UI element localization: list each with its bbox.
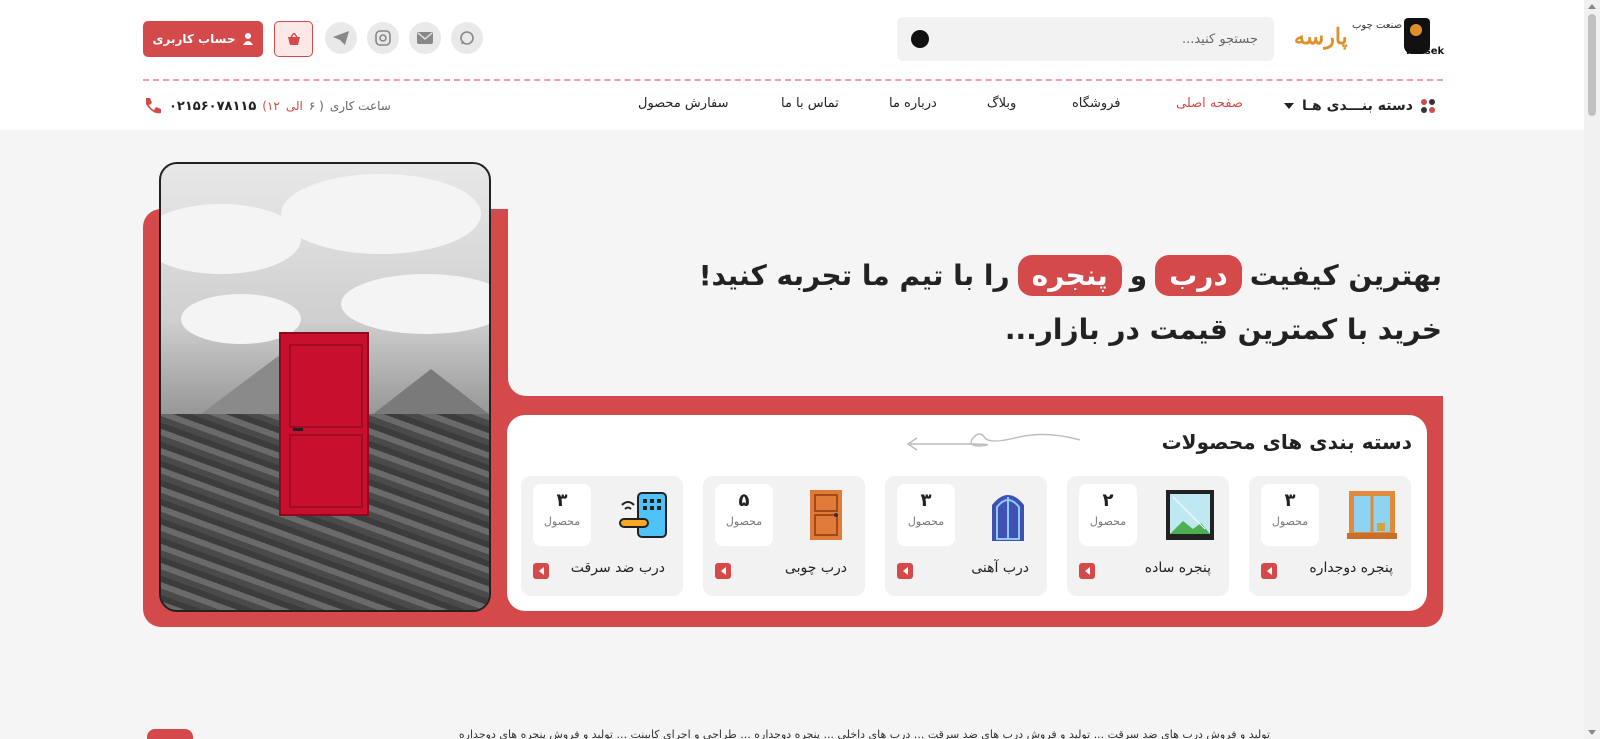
categories-title: دسته بندی های محصولات: [1161, 430, 1412, 454]
category-unit: محصول: [1271, 515, 1309, 528]
account-button-label: حساب کاربری: [152, 32, 236, 46]
category-name: درب ضد سرقت: [570, 560, 665, 576]
basket-icon: [287, 33, 300, 45]
nav-home[interactable]: صفحه اصلی: [1176, 96, 1243, 116]
whatsapp-icon[interactable]: [451, 22, 483, 54]
iron-door-icon: [981, 484, 1035, 546]
logo-text-en: Parsek: [1406, 46, 1445, 57]
instagram-icon[interactable]: [367, 22, 399, 54]
search-input[interactable]: [954, 17, 1274, 61]
category-unit: محصول: [907, 515, 945, 528]
chevron-down-icon: [1284, 103, 1294, 109]
category-count: ۵: [738, 490, 750, 511]
nav-about[interactable]: درباره ما: [889, 96, 937, 116]
mail-icon[interactable]: [409, 22, 441, 54]
nav-shop[interactable]: فروشگاه: [1072, 96, 1121, 116]
category-count: ۳: [920, 490, 932, 511]
cart-button[interactable]: [274, 21, 313, 57]
wooden-door-icon: [799, 484, 853, 546]
carousel-arrow-button[interactable]: [147, 729, 193, 739]
page-scrollbar[interactable]: [1584, 0, 1600, 739]
category-card-wooden-door[interactable]: ۵ محصول درب چوبی: [703, 476, 865, 596]
work-hours-mid: الی: [285, 99, 303, 113]
phone-icon: [146, 98, 161, 114]
hero-line1-post: را با تیم ما تجربه کنید!: [698, 258, 1010, 292]
category-unit: محصول: [1089, 515, 1127, 528]
category-card-double-glazed-window[interactable]: ۳ محصول پنجره دوجداره: [1249, 476, 1411, 596]
hero-headline: بهترین کیفیت درب و پنجره را با تیم ما تج…: [699, 247, 1442, 303]
telegram-icon[interactable]: [325, 22, 357, 54]
chevron-left-icon[interactable]: [533, 563, 549, 579]
hero-line1-pre: بهترین کیفیت: [1249, 258, 1442, 292]
bottom-ticker: تولید و فروش درب های ضد سرقت ... تولید و…: [458, 728, 1270, 739]
smart-lock-icon: [617, 484, 671, 546]
user-icon: [243, 33, 254, 45]
chevron-left-icon[interactable]: [1261, 563, 1277, 579]
work-hours-label: ساعت کاری: [329, 99, 391, 113]
hero-word-door: درب: [1155, 254, 1242, 296]
search-icon[interactable]: [911, 30, 929, 48]
account-button[interactable]: حساب کاربری: [143, 21, 263, 57]
category-name: درب چوبی: [784, 560, 847, 576]
category-count: ۳: [556, 490, 568, 511]
window-simple-icon: [1163, 484, 1217, 546]
hero-and: و: [1129, 258, 1148, 292]
chevron-left-icon[interactable]: [1079, 563, 1095, 579]
category-card-security-door[interactable]: ۳ محصول درب ضد سرقت: [521, 476, 683, 596]
hero-image: [159, 162, 491, 612]
hero-subline: خرید با کمترین قیمت در بازار...: [1004, 313, 1442, 346]
nav-blog[interactable]: وبلاگ: [987, 96, 1016, 116]
chevron-left-icon[interactable]: [715, 563, 731, 579]
category-count: ۳: [1284, 490, 1296, 511]
category-name: درب آهنی: [971, 560, 1029, 576]
nav-contact[interactable]: تماس با ما: [781, 96, 839, 116]
red-door-illustration: [279, 332, 369, 516]
work-hours-open: ( ۶: [308, 99, 324, 113]
header-divider: [143, 79, 1443, 81]
category-name: پنجره دوجداره: [1309, 560, 1393, 576]
category-card-iron-door[interactable]: ۳ محصول درب آهنی: [885, 476, 1047, 596]
category-name: پنجره ساده: [1144, 560, 1211, 576]
category-count: ۲: [1102, 490, 1114, 511]
chevron-left-icon[interactable]: [897, 563, 913, 579]
category-unit: محصول: [543, 515, 581, 528]
categories-menu[interactable]: دسته بنـــدی هـا: [1284, 96, 1435, 116]
search-bar: [897, 17, 1274, 61]
scrollbar-thumb[interactable]: [1588, 14, 1596, 116]
nav-order-product[interactable]: سفارش محصول: [638, 96, 729, 116]
phone-number[interactable]: ۰۲۱۵۶۰۷۸۱۱۵: [169, 99, 256, 114]
category-card-simple-window[interactable]: ۲ محصول پنجره ساده: [1067, 476, 1229, 596]
logo-text: پارسه: [1294, 24, 1348, 50]
hero-word-window: پنجره: [1017, 254, 1122, 296]
category-unit: محصول: [725, 515, 763, 528]
window-double-icon: [1345, 484, 1399, 546]
work-hours-close: ۱۲): [262, 99, 280, 113]
categories-menu-label: دسته بنـــدی هـا: [1302, 98, 1413, 114]
work-hours: ساعت کاری ( ۶ الی ۱۲) ۰۲۱۵۶۰۷۸۱۱۵: [143, 96, 391, 116]
grid-icon: [1420, 99, 1435, 113]
site-logo[interactable]: پارسه سایه صنعت چوب Parsek: [1294, 18, 1445, 58]
decorative-squiggle-icon: [906, 433, 1080, 451]
